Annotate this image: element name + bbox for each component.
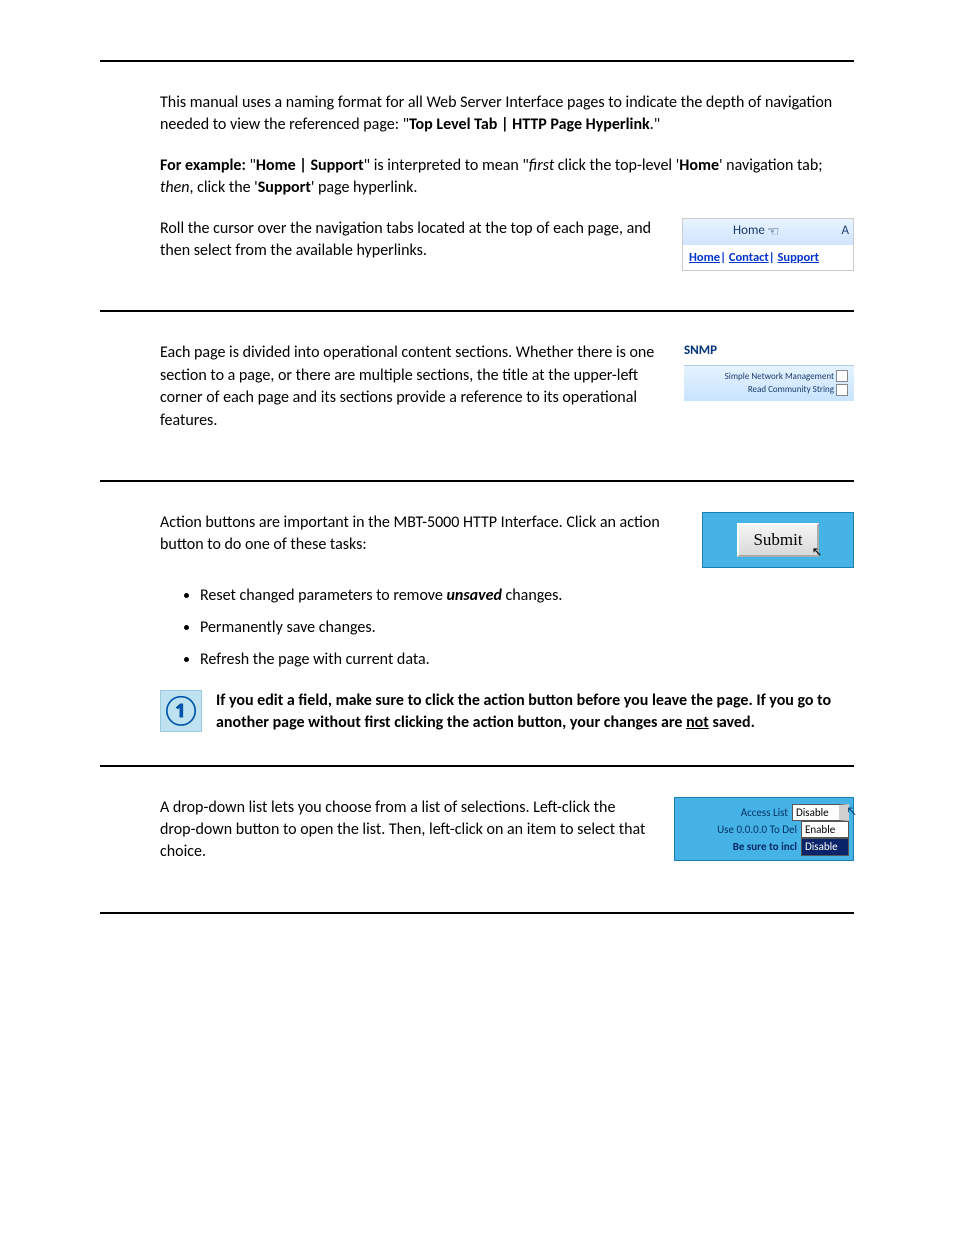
figure-section-header: SNMP Simple Network Management Read Comm… <box>684 342 854 400</box>
section-naming-format: This manual uses a naming format for all… <box>100 60 854 310</box>
section-action-buttons: Action buttons are important in the MBT-… <box>100 480 854 765</box>
text: " <box>246 156 256 175</box>
text-block: Each page is divided into operational co… <box>160 342 664 450</box>
dropdown-selected: Disable <box>792 804 849 821</box>
document-page: This manual uses a naming format for all… <box>0 0 954 994</box>
text: Reset changed parameters to remove <box>200 586 446 605</box>
dropdown-option: Enable <box>801 821 849 838</box>
tab-partial: A <box>841 222 849 240</box>
dropdown-row: Use 0.0.0.0 To Del Enable <box>679 821 849 838</box>
separator: | <box>720 250 729 265</box>
list-item: Refresh the page with current data. <box>200 649 854 671</box>
nav-links: Home| Contact| Support <box>683 245 853 271</box>
warning-icon <box>160 690 202 732</box>
list-item: Permanently save changes. <box>200 617 854 639</box>
field-label: Read Community String <box>748 383 834 397</box>
input-icon <box>836 370 848 382</box>
dropdown-label: Access List <box>741 805 790 820</box>
paragraph: A drop-down list lets you choose from a … <box>160 797 654 864</box>
text: saved. <box>709 713 755 732</box>
text-bold: Home | Support <box>256 156 364 175</box>
dropdown-row: Be sure to incl Disable <box>679 838 849 855</box>
field-label: Simple Network Management <box>725 370 834 384</box>
text: click the top-level ' <box>554 156 679 175</box>
tab-home: Home <box>733 222 765 240</box>
dropdown-row: Access List Disable <box>679 804 849 821</box>
row: Roll the cursor over the navigation tabs… <box>160 218 854 281</box>
link-contact: Contact <box>729 250 769 265</box>
button-label: Submit <box>753 530 802 549</box>
figure-content: Submit ↖ <box>702 512 854 568</box>
figure-content: ↖ Access List Disable Use 0.0.0.0 To Del… <box>674 797 854 861</box>
figure-submit-button: Submit ↖ <box>702 512 854 568</box>
text-bold: For example: <box>160 156 246 175</box>
paragraph: Each page is divided into operational co… <box>160 342 664 432</box>
tab-bar: Home ☜ A <box>683 219 853 245</box>
row: Each page is divided into operational co… <box>160 342 854 450</box>
row: A drop-down list lets you choose from a … <box>160 797 854 882</box>
submit-button: Submit ↖ <box>737 523 818 557</box>
link-home: Home <box>689 250 720 265</box>
dropdown-label: Use 0.0.0.0 To Del <box>717 822 799 837</box>
figure-content: Home ☜ A Home| Contact| Support <box>682 218 854 272</box>
section-body: Simple Network Management Read Community… <box>684 365 854 401</box>
cursor-arrow-icon: ↖ <box>846 804 857 821</box>
section-dropdown: A drop-down list lets you choose from a … <box>100 765 854 914</box>
text: " is interpreted to mean " <box>364 156 529 175</box>
text-block: A drop-down list lets you choose from a … <box>160 797 654 882</box>
section-title: SNMP <box>684 342 854 360</box>
row: Action buttons are important in the MBT-… <box>160 512 854 575</box>
text-italic: then <box>160 178 189 197</box>
input-icon <box>836 384 848 396</box>
note-text: If you edit a field, make sure to click … <box>216 690 854 735</box>
text-bold: Support <box>258 178 311 197</box>
figure-nav-tabs: Home ☜ A Home| Contact| Support <box>682 218 854 272</box>
text: , click the ' <box>189 178 257 197</box>
bullet-list: Reset changed parameters to remove unsav… <box>160 585 854 672</box>
figure-dropdown: ↖ Access List Disable Use 0.0.0.0 To Del… <box>674 797 854 861</box>
text: ' navigation tab; <box>719 156 823 175</box>
paragraph: This manual uses a naming format for all… <box>160 92 854 137</box>
text-bold-italic: unsaved <box>446 586 501 605</box>
section-page-sections: Each page is divided into operational co… <box>100 310 854 480</box>
text: changes. <box>502 586 563 605</box>
note-callout: If you edit a field, make sure to click … <box>160 690 854 735</box>
text-underline: not <box>686 713 709 732</box>
paragraph: Action buttons are important in the MBT-… <box>160 512 682 557</box>
figure-content: SNMP Simple Network Management Read Comm… <box>684 342 854 400</box>
text: ." <box>650 115 660 134</box>
text-block: Roll the cursor over the navigation tabs… <box>160 218 662 281</box>
paragraph: For example: "Home | Support" is interpr… <box>160 155 854 200</box>
text: ' page hyperlink. <box>311 178 418 197</box>
text-bold: Top Level Tab | HTTP Page Hyperlink <box>409 115 650 134</box>
text-bold: Home <box>679 156 719 175</box>
list-item: Reset changed parameters to remove unsav… <box>200 585 854 607</box>
link-support: Support <box>777 250 819 265</box>
text-block: Action buttons are important in the MBT-… <box>160 512 682 575</box>
dropdown-label: Be sure to incl <box>733 839 799 854</box>
paragraph: Roll the cursor over the navigation tabs… <box>160 218 662 263</box>
dropdown-option-highlighted: Disable <box>801 838 849 855</box>
cursor-arrow-icon: ↖ <box>812 543 823 561</box>
cursor-hand-icon: ☜ <box>767 222 780 242</box>
text-italic: first <box>529 156 554 175</box>
